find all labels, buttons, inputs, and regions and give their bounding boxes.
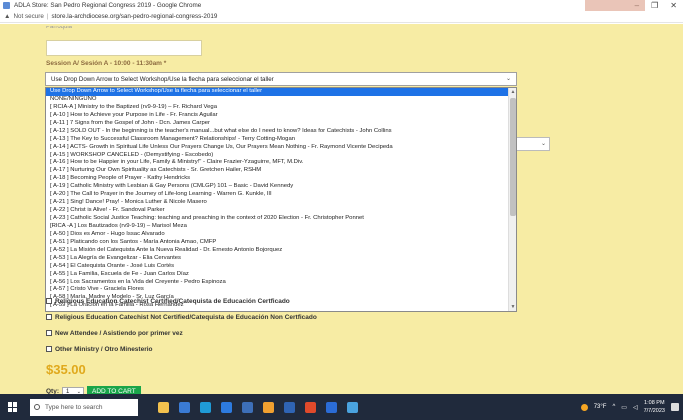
taskbar-app-icon[interactable] (326, 401, 337, 413)
taskbar-search-input[interactable]: Type here to search (30, 398, 138, 416)
session-a-label: Session A/ Sesión A - 10:00 - 11:30am * (46, 60, 167, 67)
workshop-option[interactable]: [ A-13 ] The Key to Successful Classroom… (46, 136, 508, 144)
url-text[interactable]: store.la-archdiocese.org/san-pedro-regio… (51, 13, 217, 20)
workshop-option[interactable]: [ A-15 ] WORKSHOP CANCELED - (Demystifyi… (46, 152, 508, 160)
workshop-option[interactable]: [ A-56 ] Los Sacramentos en la Vida del … (46, 279, 508, 287)
security-label[interactable]: Not secure (13, 13, 43, 20)
workshop-option[interactable]: [ A-14 ] ACTS- Growth in Spiritual Life … (46, 144, 508, 152)
checkbox-icon[interactable] (46, 314, 52, 320)
checkbox-icon[interactable] (46, 330, 52, 336)
checkbox-other-ministry[interactable]: Other Ministry / Otro Minesterio (46, 344, 317, 354)
workshop-option[interactable]: [ A-16 ] How to be Happier in your Life,… (46, 159, 508, 167)
workshop-option[interactable]: [ A-10 ] How to Achieve your Purpose in … (46, 112, 508, 120)
clock-time: 1:08 PM (644, 400, 665, 406)
checkbox-icon[interactable] (46, 346, 52, 352)
window-titlebar: ADLA Store: San Pedro Regional Congress … (0, 0, 683, 11)
weather-temp[interactable]: 73°F (594, 404, 607, 410)
checkbox-new-attendee[interactable]: New Attendee / Asistiendo por primer vez (46, 328, 317, 338)
workshop-option[interactable]: [ A-51 ] Platicando con los Santos - Mar… (46, 239, 508, 247)
checkbox-label: Religious Education Catechist Not Certif… (55, 313, 317, 321)
page-content: Parroquia Session A/ Sesión A - 10:00 - … (0, 24, 683, 397)
windows-taskbar: Type here to search 73°F ^ ▭ ◁ 1:08 PM 7… (0, 394, 683, 420)
taskbar-app-icon[interactable] (179, 401, 190, 413)
search-icon (34, 404, 40, 410)
scroll-up-icon[interactable]: ▲ (509, 88, 516, 96)
volume-icon[interactable]: ◁ (633, 404, 638, 411)
workshop-option[interactable]: [ A-12 ] SOLD OUT - In the beginning is … (46, 128, 508, 136)
option-list: Use Drop Down Arrow to Select Workshop/U… (46, 88, 516, 310)
attendee-type-checkboxes: Religious Education Catechist Certified/… (46, 296, 317, 360)
workshop-option[interactable]: [ RCIA-A ] Ministry to the Baptized (rv9… (46, 104, 508, 112)
address-bar[interactable]: ▲ Not secure | store.la-archdiocese.org/… (0, 11, 683, 23)
network-icon[interactable]: ▭ (621, 404, 627, 411)
site-favicon-icon (3, 2, 10, 9)
workshop-option[interactable]: [ A-21 ] Sing! Dance! Pray! - Monica Lut… (46, 199, 508, 207)
taskbar-app-icons (158, 401, 358, 413)
scroll-down-icon[interactable]: ▼ (509, 303, 516, 311)
checkbox-label: Other Ministry / Otro Minesterio (55, 345, 153, 353)
workshop-option[interactable]: [RICA -A ] Los Bautizados (rv9-9-19) – M… (46, 223, 508, 231)
weather-icon[interactable] (580, 403, 588, 411)
tray-chevron-icon[interactable]: ^ (612, 404, 615, 410)
workshop-option[interactable]: [ A-11 ] 7 Signs from the Gospel of John… (46, 120, 508, 128)
maximize-button[interactable]: ❐ (651, 1, 658, 10)
workshop-option[interactable]: [ A-18 ] Becoming People of Prayer - Kat… (46, 175, 508, 183)
windows-start-icon[interactable] (8, 402, 18, 412)
search-placeholder: Type here to search (45, 403, 103, 411)
dropdown-scrollbar[interactable]: ▲ ▼ (508, 88, 516, 311)
chevron-down-icon[interactable]: ⌄ (541, 140, 546, 147)
taskbar-app-icon[interactable] (347, 401, 358, 413)
workshop-option[interactable]: NONE/NINGUNO (46, 96, 508, 104)
clock-date: 7/7/2023 (643, 408, 665, 414)
system-tray: 73°F ^ ▭ ◁ 1:08 PM 7/7/2023 (580, 394, 679, 420)
address-separator: | (46, 13, 49, 20)
taskbar-app-icon[interactable] (221, 401, 232, 413)
window-title: ADLA Store: San Pedro Regional Congress … (14, 2, 202, 9)
workshop-dropdown-list[interactable]: Use Drop Down Arrow to Select Workshop/U… (45, 87, 517, 312)
taskbar-app-icon[interactable] (284, 401, 295, 413)
workshop-option[interactable]: [ A-19 ] Catholic Ministry with Lesbian … (46, 183, 508, 191)
taskbar-app-icon[interactable] (242, 401, 253, 413)
workshop-option[interactable]: [ A-20 ] The Call to Prayer in the Journ… (46, 191, 508, 199)
workshop-option[interactable]: [ A-50 ] Dios es Amor - Hugo Issac Alvar… (46, 231, 508, 239)
taskbar-app-icon[interactable] (200, 401, 211, 413)
parish-input[interactable] (46, 40, 202, 56)
workshop-option[interactable]: [ A-52 ] La Misión del Catequista Ante l… (46, 247, 508, 255)
select-value: Use Drop Down Arrow to Select Workshop/U… (51, 75, 274, 83)
taskbar-app-icon[interactable] (263, 401, 274, 413)
workshop-option[interactable]: Use Drop Down Arrow to Select Workshop/U… (46, 88, 508, 96)
checkbox-label: New Attendee / Asistiendo por primer vez (55, 329, 183, 337)
notifications-icon[interactable] (671, 403, 679, 411)
checkbox-icon[interactable] (46, 298, 52, 304)
price-label: $35.00 (46, 362, 86, 377)
workshop-option[interactable]: [ A-54 ] El Catequista Orante - José Lui… (46, 263, 508, 271)
workshop-option[interactable]: [ A-17 ] Nurturing Our Own Spirituality … (46, 167, 508, 175)
workshop-option[interactable]: [ A-53 ] La Alegría de Evangelizar - Eli… (46, 255, 508, 263)
taskbar-app-icon[interactable] (305, 401, 316, 413)
close-button[interactable]: ✕ (670, 1, 677, 10)
chevron-down-icon[interactable]: ⌄ (506, 75, 511, 82)
workshop-option[interactable]: [ A-55 ] La Familia, Escuela de Fe - Jua… (46, 271, 508, 279)
checkbox-catechist-certified[interactable]: Religious Education Catechist Certified/… (46, 296, 317, 306)
checkbox-catechist-not-certified[interactable]: Religious Education Catechist Not Certif… (46, 312, 317, 322)
warning-icon[interactable]: ▲ (4, 13, 10, 20)
workshop-option[interactable]: [ A-57 ] Cristo Vive - Graciela Flores (46, 286, 508, 294)
workshop-option[interactable]: [ A-22 ] Christ is Alive! - Fr. Sandoval… (46, 207, 508, 215)
workshop-option[interactable]: [ A-23 ] Catholic Social Justice Teachin… (46, 215, 508, 223)
taskbar-clock[interactable]: 1:08 PM 7/7/2023 (644, 399, 665, 415)
session-a-select[interactable]: Use Drop Down Arrow to Select Workshop/U… (45, 72, 517, 86)
clipped-field-label: Parroquia (46, 26, 73, 30)
background-select[interactable]: ⌄ (512, 137, 550, 151)
taskbar-app-icon[interactable] (158, 401, 169, 413)
scrollbar-thumb[interactable] (510, 98, 516, 216)
checkbox-label: Religious Education Catechist Certified/… (55, 297, 290, 305)
